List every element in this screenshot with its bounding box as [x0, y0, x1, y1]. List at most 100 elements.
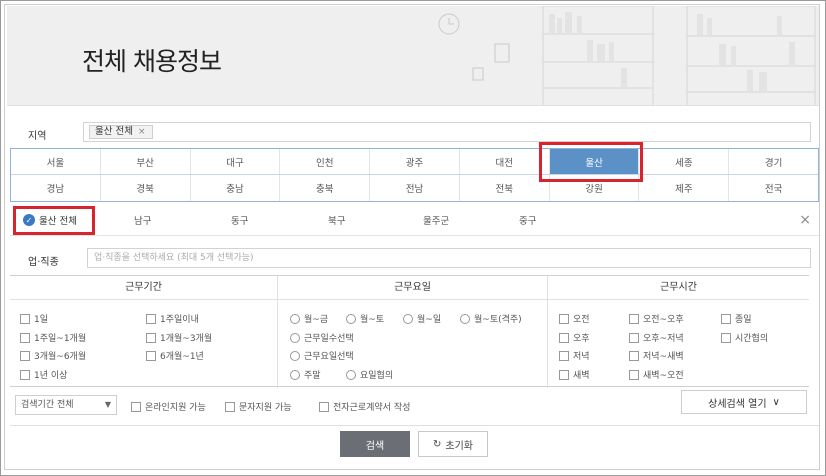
region-cell[interactable]: 대구 — [191, 149, 281, 174]
region-grid-row-2: 경남 경북 충남 충북 전남 전북 강원 제주 전국 — [11, 175, 818, 201]
job-label: 업·직종 — [28, 257, 59, 268]
region-cell[interactable]: 서울 — [11, 149, 101, 174]
checkbox[interactable] — [721, 332, 731, 343]
radio[interactable] — [403, 313, 413, 324]
checkbox[interactable] — [225, 401, 235, 412]
region-cell[interactable]: 세종 — [639, 149, 730, 174]
district-item[interactable]: 동구 — [231, 213, 248, 227]
region-cell[interactable]: 충남 — [191, 175, 281, 201]
checkbox[interactable] — [131, 401, 141, 412]
region-cell[interactable]: 충북 — [280, 175, 371, 201]
radio[interactable] — [346, 369, 356, 380]
bookshelf-illustration — [542, 6, 816, 105]
radio[interactable] — [290, 350, 300, 361]
checkbox[interactable] — [721, 313, 731, 324]
hours-option[interactable]: 새벽 — [559, 368, 590, 381]
sms-apply-option[interactable]: 문자지원 가능 — [225, 400, 292, 413]
district-row: ✓ 울산 전체 남구 동구 북구 울주군 중구 × — [10, 204, 819, 236]
days-option[interactable]: 근무일수선택 — [290, 331, 354, 344]
checkbox[interactable] — [559, 313, 569, 324]
days-column: 근무요일 월~금 월~토 월~일 월~토(격주) 근무일수선택 근무요일선택 주… — [278, 276, 548, 388]
days-option[interactable]: 주말 — [290, 368, 321, 381]
bottom-options-bar: 검색기간 전체 ▼ 온라인지원 가능 문자지원 가능 전자근로계약서 작성 상세… — [10, 388, 819, 426]
radio[interactable] — [290, 313, 300, 324]
region-cell[interactable]: 경남 — [11, 175, 101, 201]
hours-option[interactable]: 저녁~새벽 — [629, 349, 684, 362]
days-option[interactable]: 월~일 — [403, 312, 441, 325]
job-input[interactable]: 업·직종을 선택하세요 (최대 5개 선택가능) — [87, 248, 811, 268]
hours-option[interactable]: 오후 — [559, 331, 590, 344]
period-select[interactable]: 검색기간 전체 ▼ — [15, 395, 117, 415]
period-option[interactable]: 1주일이내 — [146, 312, 199, 325]
remove-tag-icon[interactable]: × — [138, 126, 146, 138]
days-option[interactable]: 월~토 — [346, 312, 384, 325]
period-option[interactable]: 1년 이상 — [20, 368, 67, 381]
district-item[interactable]: 중구 — [519, 213, 536, 227]
region-cell[interactable]: 부산 — [101, 149, 191, 174]
region-cell[interactable]: 경기 — [729, 149, 818, 174]
checkbox[interactable] — [20, 369, 30, 380]
chevron-down-icon: ∨ — [772, 396, 780, 408]
days-option[interactable]: 월~금 — [290, 312, 328, 325]
checkbox[interactable] — [20, 313, 30, 324]
checkbox[interactable] — [629, 369, 639, 380]
search-button[interactable]: 검색 — [340, 431, 410, 457]
period-option[interactable]: 3개월~6개월 — [20, 349, 86, 362]
region-input[interactable]: 울산 전체 × — [83, 122, 811, 142]
period-option[interactable]: 6개월~1년 — [146, 349, 204, 362]
page-title: 전체 채용정보 — [82, 47, 222, 76]
region-cell[interactable]: 전국 — [729, 175, 818, 201]
region-grid-row-1: 서울 부산 대구 인천 광주 대전 울산 세종 경기 — [11, 149, 818, 175]
checkbox[interactable] — [146, 350, 156, 361]
days-option[interactable]: 요일협의 — [346, 368, 393, 381]
e-contract-option[interactable]: 전자근로계약서 작성 — [319, 400, 410, 413]
hours-option[interactable]: 저녁 — [559, 349, 590, 362]
region-cell[interactable]: 광주 — [370, 149, 460, 174]
checkbox[interactable] — [629, 313, 639, 324]
region-cell[interactable]: 인천 — [280, 149, 371, 174]
hours-header: 근무시간 — [548, 276, 809, 300]
region-cell[interactable]: 전북 — [460, 175, 550, 201]
checkbox[interactable] — [559, 332, 569, 343]
checkbox[interactable] — [629, 350, 639, 361]
hours-option[interactable]: 시간협의 — [721, 331, 768, 344]
period-option[interactable]: 1개월~3개월 — [146, 331, 212, 344]
days-option[interactable]: 월~토(격주) — [460, 312, 522, 325]
checkbox[interactable] — [20, 350, 30, 361]
online-apply-option[interactable]: 온라인지원 가능 — [131, 400, 206, 413]
page-header: 전체 채용정보 — [7, 6, 819, 106]
checkbox[interactable] — [146, 313, 156, 324]
checkbox[interactable] — [559, 350, 569, 361]
radio[interactable] — [346, 313, 356, 324]
period-header: 근무기간 — [10, 276, 277, 300]
region-cell[interactable]: 제주 — [639, 175, 730, 201]
selected-region-tag-label: 울산 전체 — [95, 126, 133, 137]
reset-button[interactable]: ↻ 초기화 — [418, 431, 488, 457]
checkbox[interactable] — [319, 401, 329, 412]
checkbox[interactable] — [559, 369, 569, 380]
hours-option[interactable]: 종일 — [721, 312, 752, 325]
district-item[interactable]: 울주군 — [423, 213, 449, 227]
region-cell[interactable]: 전남 — [370, 175, 460, 201]
detail-search-button[interactable]: 상세검색 열기 ∨ — [681, 390, 807, 414]
days-option[interactable]: 근무요일선택 — [290, 349, 354, 362]
hours-option[interactable]: 오전 — [559, 312, 590, 325]
radio[interactable] — [290, 369, 300, 380]
hours-option[interactable]: 새벽~오전 — [629, 368, 684, 381]
region-cell[interactable]: 대전 — [460, 149, 550, 174]
hours-option[interactable]: 오후~저녁 — [629, 331, 684, 344]
district-item[interactable]: 북구 — [328, 213, 345, 227]
checkbox[interactable] — [629, 332, 639, 343]
radio[interactable] — [460, 313, 470, 324]
region-cell[interactable]: 경북 — [101, 175, 191, 201]
district-item[interactable]: 남구 — [134, 213, 151, 227]
period-option[interactable]: 1일 — [20, 312, 48, 325]
close-icon[interactable]: × — [799, 212, 811, 228]
selected-region-tag: 울산 전체 × — [89, 125, 153, 139]
checkbox[interactable] — [146, 332, 156, 343]
hours-option[interactable]: 오전~오후 — [629, 312, 684, 325]
radio[interactable] — [290, 332, 300, 343]
checkbox[interactable] — [20, 332, 30, 343]
dropdown-arrow-icon: ▼ — [104, 400, 111, 409]
period-option[interactable]: 1주일~1개월 — [20, 331, 86, 344]
